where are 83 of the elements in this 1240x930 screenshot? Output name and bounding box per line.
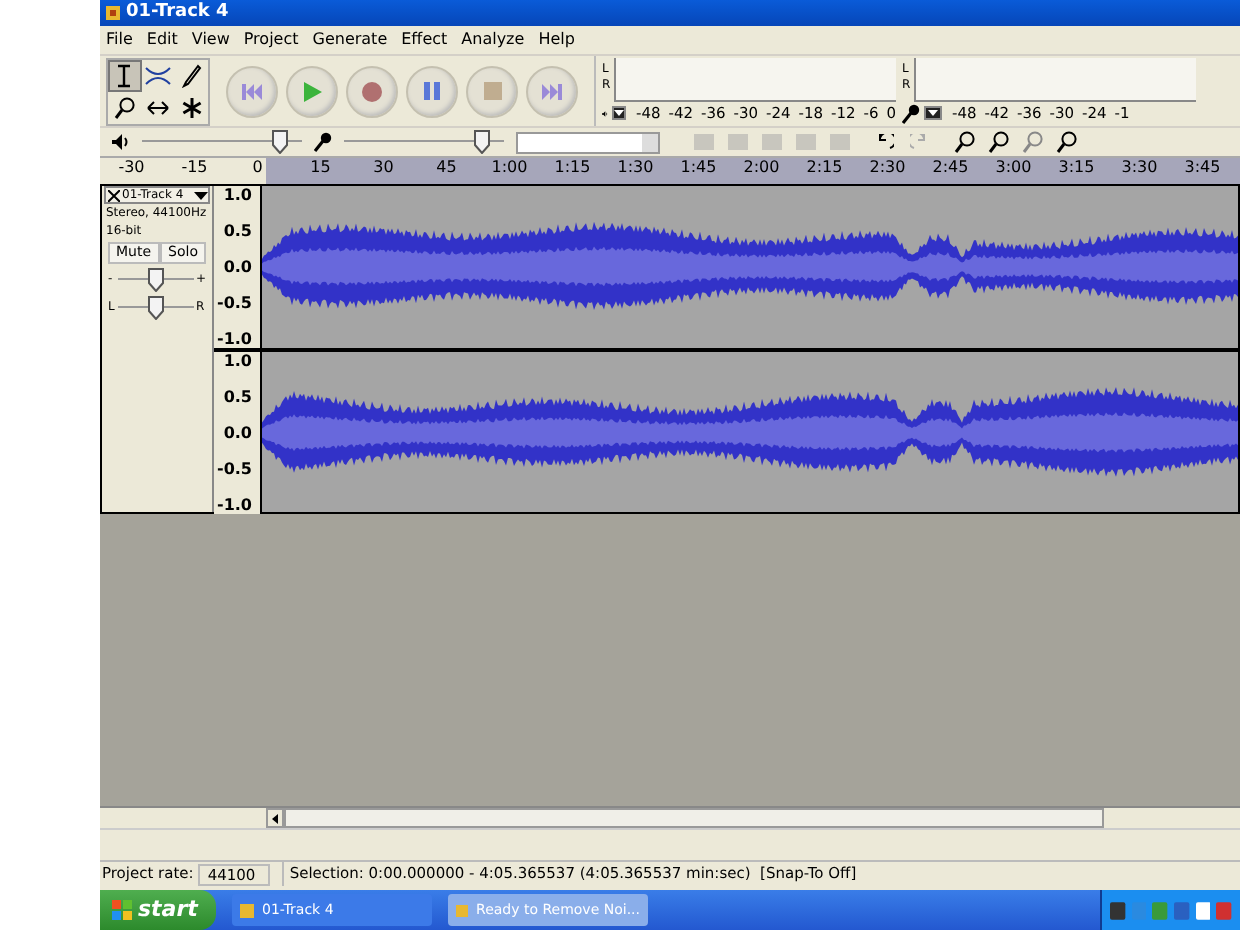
magnifier-icon[interactable] xyxy=(1056,130,1078,154)
record-icon xyxy=(362,81,382,101)
microphone-icon xyxy=(314,132,332,152)
left-arrow-icon xyxy=(272,813,278,823)
slider-thumb[interactable] xyxy=(271,130,288,154)
slider[interactable] xyxy=(142,130,302,154)
scroll-left-button[interactable] xyxy=(266,808,284,828)
zoom-in-icon[interactable] xyxy=(954,130,976,154)
scroll-thumb[interactable] xyxy=(284,808,1104,828)
pencil-icon xyxy=(181,63,202,87)
close-icon xyxy=(108,189,120,201)
slider-thumb[interactable] xyxy=(148,296,164,320)
window-title: 01-Track 4 xyxy=(126,4,229,22)
zoom-out-icon[interactable] xyxy=(988,130,1010,154)
play-icon xyxy=(303,81,321,101)
ruler-label: 2:45 xyxy=(930,158,971,178)
stop-icon xyxy=(483,82,501,100)
ruler-label: 0 xyxy=(250,158,265,178)
redo-icon xyxy=(910,134,930,150)
axis-label: 0.0 xyxy=(223,424,252,442)
microphone-icon xyxy=(902,103,920,123)
slider-thumb[interactable] xyxy=(473,130,490,154)
app-icon xyxy=(106,6,120,20)
axis-label: -0.5 xyxy=(217,460,252,478)
caret-icon xyxy=(194,191,208,199)
window-icon xyxy=(456,903,469,917)
menu-item[interactable]: File xyxy=(106,28,133,52)
axis-label: -1.0 xyxy=(217,496,252,514)
menu-item[interactable]: Edit xyxy=(146,28,178,52)
dropdown-button[interactable] xyxy=(611,106,626,120)
axis-label: 0.5 xyxy=(223,222,252,240)
undo-icon xyxy=(874,134,894,150)
skip-to-end-icon xyxy=(542,83,562,99)
menu-item[interactable]: Analyze xyxy=(461,28,525,52)
slider-thumb[interactable] xyxy=(148,268,164,292)
speaker-icon xyxy=(112,134,130,150)
i-beam-cursor-icon xyxy=(116,63,133,87)
dropdown-field[interactable] xyxy=(516,131,660,153)
ruler-label: 1:15 xyxy=(552,158,593,178)
window-icon xyxy=(240,903,254,917)
menu-item[interactable]: Help xyxy=(538,28,575,52)
slider[interactable] xyxy=(118,296,194,320)
pause-icon xyxy=(424,82,440,100)
magnifier-icon xyxy=(113,95,136,119)
skip-to-start-icon xyxy=(242,83,262,99)
axis-label: 0.0 xyxy=(223,258,252,276)
menu-item[interactable]: Effect xyxy=(401,28,448,52)
ruler-label: 3:15 xyxy=(1056,158,1097,178)
ruler-label: 15 xyxy=(308,158,333,178)
close-button[interactable] xyxy=(106,189,122,201)
ruler-label: -30 xyxy=(116,158,147,178)
transport-button[interactable] xyxy=(346,65,398,117)
ruler-label: 1:45 xyxy=(678,158,719,178)
ruler-label: 2:30 xyxy=(867,158,908,178)
menu-item[interactable]: Project xyxy=(243,28,299,52)
ruler-label: 3:30 xyxy=(1119,158,1160,178)
ruler-label: 2:00 xyxy=(741,158,782,178)
asterisk-icon xyxy=(181,97,202,117)
slider[interactable] xyxy=(344,130,504,154)
axis-label: -1.0 xyxy=(217,330,252,348)
ruler-label: 1:00 xyxy=(489,158,530,178)
ruler-label: 45 xyxy=(434,158,459,178)
menu-item[interactable]: Generate xyxy=(312,28,388,52)
double-arrow-icon xyxy=(145,99,170,115)
caret-icon xyxy=(613,110,624,116)
ruler-label: 30 xyxy=(371,158,396,178)
dropdown-button[interactable] xyxy=(924,106,942,120)
slider[interactable] xyxy=(118,268,194,292)
transport-button[interactable] xyxy=(406,65,458,117)
menu-item[interactable]: View xyxy=(191,28,230,52)
ruler-label: 2:15 xyxy=(804,158,845,178)
envelope-icon xyxy=(143,63,172,87)
windows-logo-icon xyxy=(112,900,132,920)
axis-label: -0.5 xyxy=(217,294,252,312)
axis-label: 1.0 xyxy=(223,352,252,370)
ruler-label: 3:00 xyxy=(993,158,1034,178)
axis-label: 1.0 xyxy=(223,186,252,204)
ruler-label: 1:30 xyxy=(615,158,656,178)
ruler-label: -15 xyxy=(179,158,210,178)
caret-icon xyxy=(928,110,938,116)
axis-label: 0.5 xyxy=(223,388,252,406)
ruler-label: 3:45 xyxy=(1182,158,1223,178)
tool-button[interactable] xyxy=(108,59,142,91)
